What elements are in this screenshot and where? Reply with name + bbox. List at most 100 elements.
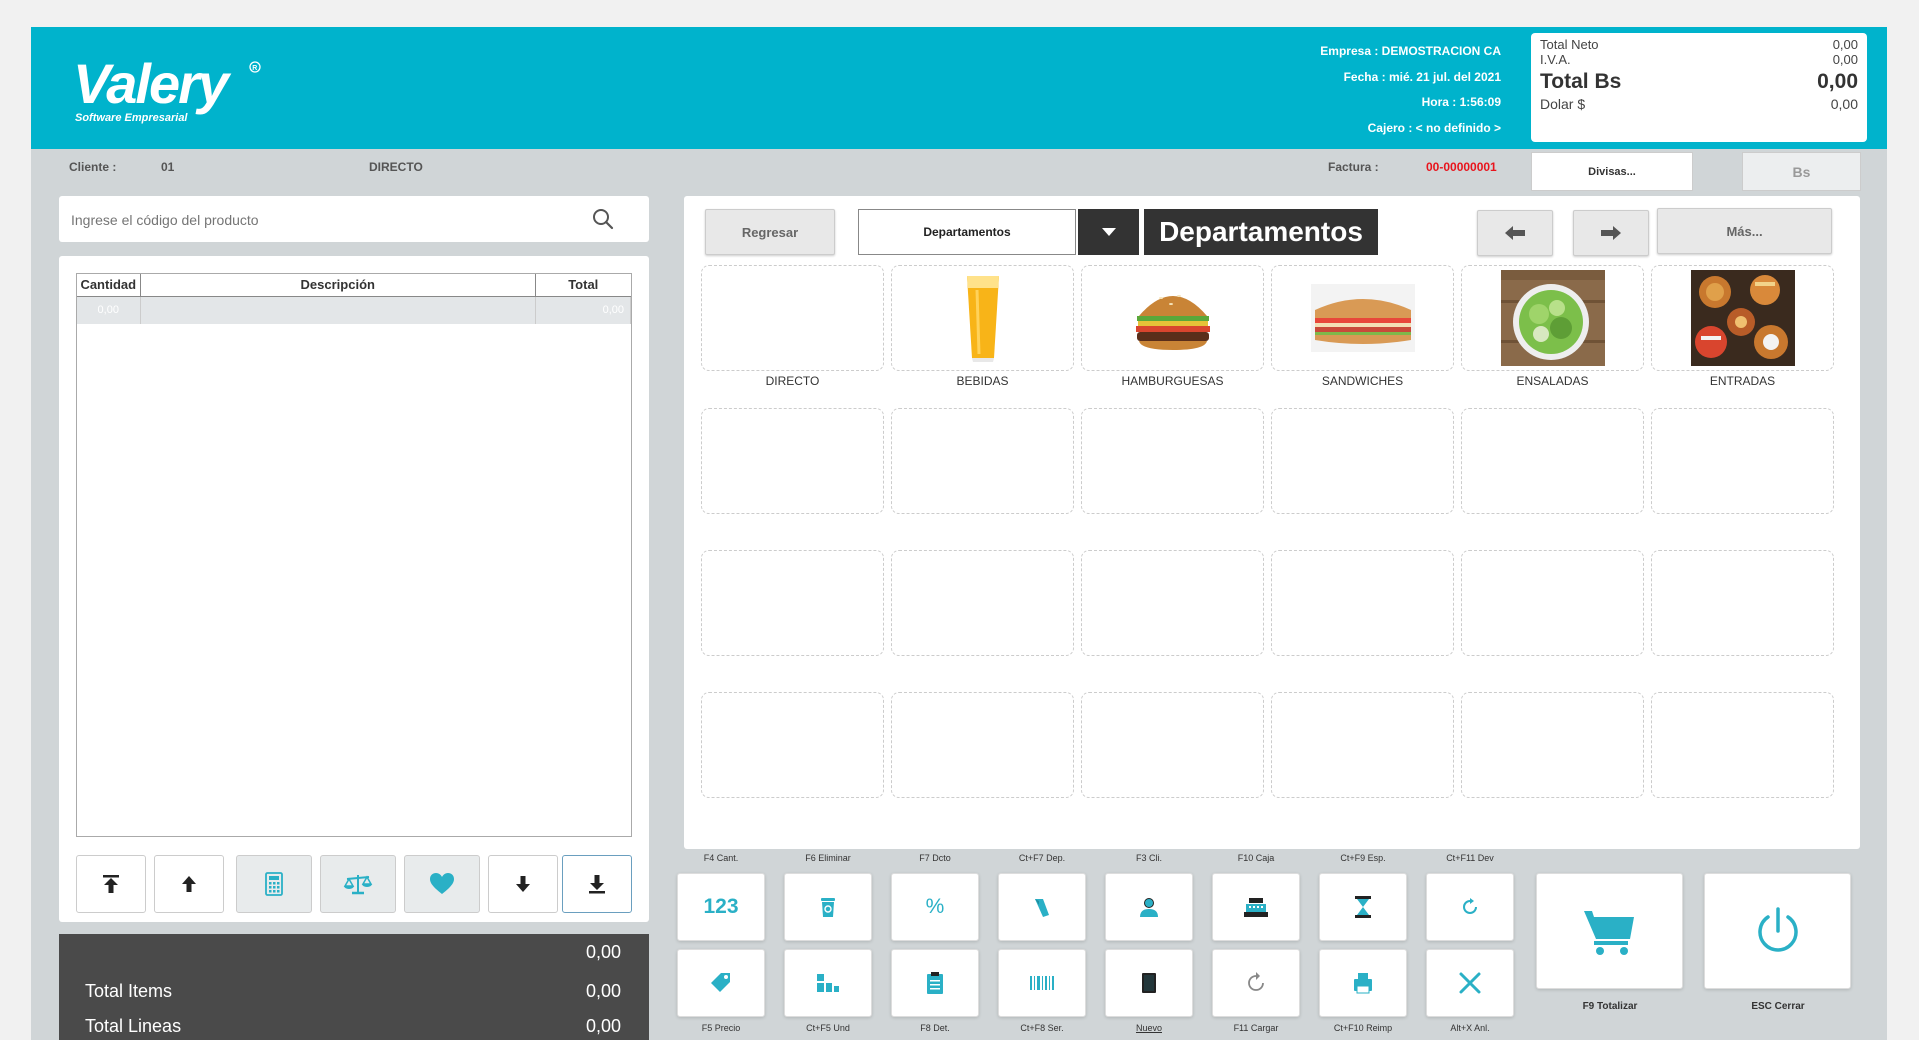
cerrar-button[interactable] (1704, 873, 1851, 989)
departments-select[interactable]: Departamentos (858, 209, 1076, 255)
espera-button[interactable] (1319, 873, 1407, 941)
dept-tile-empty[interactable] (1651, 550, 1834, 656)
mas-button[interactable]: Más... (1657, 208, 1832, 254)
nuevo-button[interactable] (1105, 949, 1193, 1017)
dept-tile-ensaladas[interactable] (1461, 265, 1644, 371)
folder-tag-icon (1035, 899, 1049, 917)
col-total[interactable]: Total (535, 274, 631, 297)
devolucion-button[interactable] (1426, 873, 1514, 941)
total-items-value: 0,00 (585, 981, 621, 1001)
totalizar-button[interactable] (1536, 873, 1683, 989)
departments-panel: Regresar Departamentos Departamentos Más… (684, 196, 1860, 849)
dept-label-hamburguesas: HAMBURGUESAS (1121, 374, 1224, 388)
factura-label: Factura : (1328, 160, 1379, 174)
go-down-button[interactable] (488, 855, 558, 913)
dept-tile-empty[interactable] (891, 550, 1074, 656)
invoice-grid[interactable]: Cantidad Descripción Total 0,00 0,00 (76, 273, 632, 837)
dept-tile-empty[interactable] (1461, 692, 1644, 798)
totalizar-label: F9 Totalizar (1582, 1001, 1638, 1012)
dept-tile-sandwiches[interactable] (1271, 265, 1454, 371)
scale-button[interactable] (320, 855, 396, 913)
dept-tile-empty[interactable] (891, 692, 1074, 798)
juice-glass-icon (966, 276, 999, 362)
serial-button[interactable] (998, 949, 1086, 1017)
fkey-label-caja: F10 Caja (1237, 853, 1275, 863)
dept-tile-empty[interactable] (891, 408, 1074, 514)
col-cantidad[interactable]: Cantidad (77, 274, 141, 297)
col-descripcion[interactable]: Descripción (140, 274, 536, 297)
departamento-button[interactable] (998, 873, 1086, 941)
dept-tile-empty[interactable] (1651, 692, 1834, 798)
total-lineas-value: 0,00 (585, 1016, 621, 1036)
fkey-label-cant: F4 Cant. (703, 853, 739, 863)
svg-text:Valery: Valery (73, 52, 232, 115)
dept-tile-empty[interactable] (1271, 408, 1454, 514)
customer-bar: Cliente : 01 DIRECTO Factura : 00-000000… (31, 149, 1887, 191)
calculator-button[interactable] (236, 855, 312, 913)
dept-tile-empty[interactable] (1271, 692, 1454, 798)
precio-button[interactable] (677, 949, 765, 1017)
arrow-down-icon (516, 876, 530, 892)
go-last-button[interactable] (562, 855, 632, 913)
dept-tile-empty[interactable] (1651, 408, 1834, 514)
fkey-label-und: Ct+F5 Und (806, 1023, 850, 1033)
dept-label-entradas: ENTRADAS (1709, 374, 1776, 388)
row-total: 0,00 (535, 296, 631, 324)
dept-tile-empty[interactable] (1081, 550, 1264, 656)
dept-tile-empty[interactable] (1271, 550, 1454, 656)
iva-value: 0,00 (1832, 52, 1858, 67)
next-page-button[interactable] (1573, 210, 1649, 256)
dept-tile-directo[interactable] (701, 265, 884, 371)
key-123-text: 123 (703, 895, 739, 918)
eliminar-button[interactable] (784, 873, 872, 941)
dept-tile-entradas[interactable] (1651, 265, 1834, 371)
dolar-value: 0,00 (1830, 96, 1858, 112)
descuento-button[interactable]: % (891, 873, 979, 941)
fkey-label-dep: Ct+F7 Dep. (1018, 853, 1066, 863)
dept-tile-hamburguesas[interactable] (1081, 265, 1264, 371)
go-up-button[interactable] (154, 855, 224, 913)
search-box (59, 196, 649, 242)
dept-tile-empty[interactable] (701, 692, 884, 798)
cliente-name: DIRECTO (369, 160, 423, 174)
appetizers-icon (1690, 270, 1795, 366)
go-first-button[interactable] (76, 855, 146, 913)
anular-button[interactable] (1426, 949, 1514, 1017)
svg-text:R: R (252, 65, 257, 72)
trash-icon (821, 898, 835, 917)
dept-label-directo: DIRECTO (765, 374, 820, 388)
reimprimir-button[interactable] (1319, 949, 1407, 1017)
fkey-label-cli: F3 Cli. (1135, 853, 1162, 863)
caja-button[interactable] (1212, 873, 1300, 941)
sandwich-icon (1310, 284, 1415, 352)
dept-tile-empty[interactable] (701, 550, 884, 656)
unidad-button[interactable] (784, 949, 872, 1017)
cantidad-button[interactable]: 123 (677, 873, 765, 941)
fkey-label-nuevo: Nuevo (1135, 1023, 1162, 1033)
cash-register-icon (1244, 898, 1268, 917)
product-code-input[interactable] (71, 208, 571, 232)
table-row[interactable]: 0,00 0,00 (77, 296, 631, 324)
dept-tile-bebidas[interactable] (891, 265, 1074, 371)
dept-tile-empty[interactable] (1081, 692, 1264, 798)
divisas-button[interactable]: Divisas... (1531, 152, 1693, 191)
fkey-label-dcto: F7 Dcto (919, 853, 951, 863)
pos-window: Valery R Software Empresarial Empresa : … (31, 27, 1887, 1040)
dept-tile-empty[interactable] (1461, 408, 1644, 514)
totals-box: Total Neto 0,00 I.V.A. 0,00 Total Bs 0,00 D… (1531, 33, 1867, 142)
dept-tile-empty[interactable] (701, 408, 884, 514)
regresar-button[interactable]: Regresar (705, 209, 835, 255)
favorites-button[interactable] (404, 855, 480, 913)
dept-tile-empty[interactable] (1461, 550, 1644, 656)
dept-tile-empty[interactable] (1081, 408, 1264, 514)
prev-page-button[interactable] (1477, 210, 1553, 256)
cargar-button[interactable] (1212, 949, 1300, 1017)
heart-icon (430, 873, 454, 894)
detalle-button[interactable] (891, 949, 979, 1017)
bs-currency-button[interactable]: Bs (1742, 152, 1861, 191)
cliente-button[interactable] (1105, 873, 1193, 941)
search-icon[interactable] (591, 207, 615, 231)
fkey-label-reimp: Ct+F10 Reimp (1333, 1023, 1393, 1033)
cart-icon (1583, 911, 1634, 955)
dropdown-button[interactable] (1078, 209, 1139, 255)
